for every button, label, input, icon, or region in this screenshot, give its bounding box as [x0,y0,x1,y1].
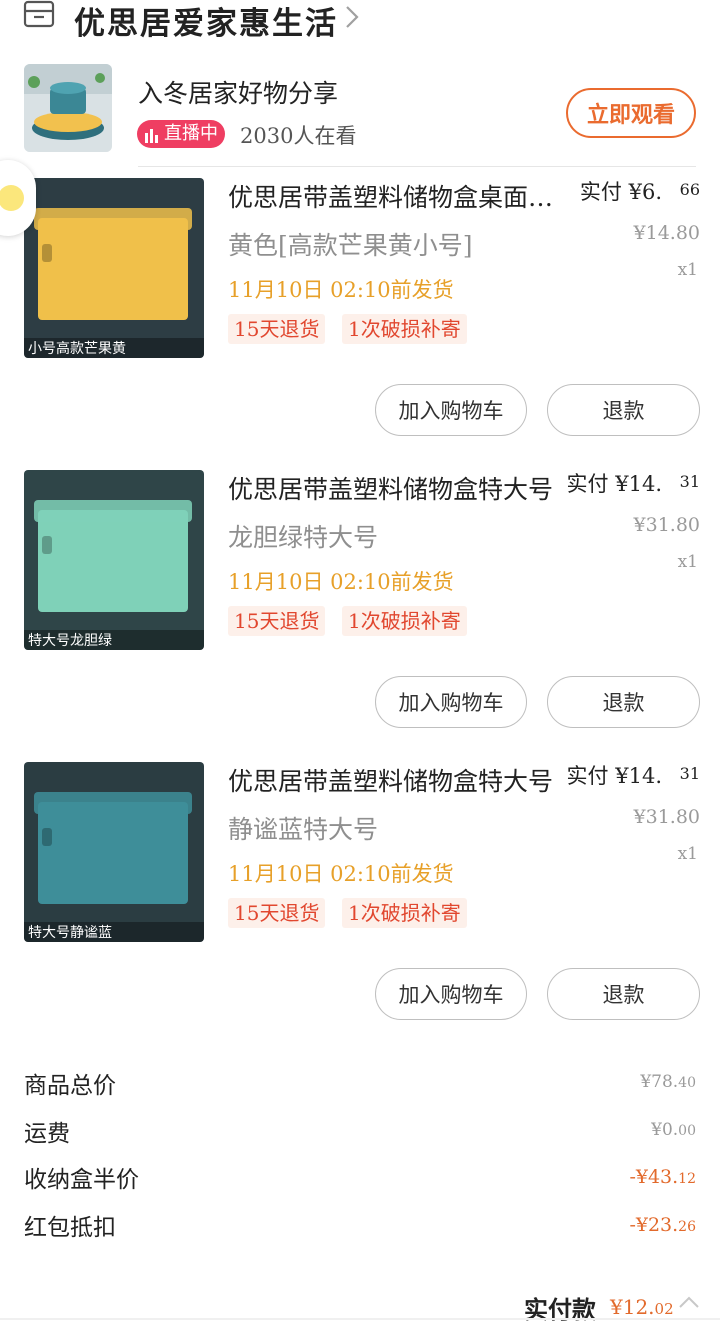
product-name[interactable]: 优思居带盖塑料储物盒桌面收纳盒 [228,178,568,214]
product-spec: 黄色[高款芒果黄小号] [228,231,473,260]
product-name[interactable]: 优思居带盖塑料储物盒特大号 [228,470,568,506]
image-caption: 小号高款芒果黄 [28,341,126,357]
add-to-cart-button[interactable]: 加入购物车 [375,676,527,728]
chevron-up-icon[interactable] [678,1294,700,1308]
summary-label: 运费 [24,1121,70,1147]
store-icon [22,0,56,30]
product-name[interactable]: 优思居带盖塑料储物盒特大号 [228,762,568,798]
live-badge-label: 直播中 [164,123,218,144]
refund-button[interactable]: 退款 [547,384,700,436]
order-item[interactable]: 特大号龙胆绿 优思居带盖塑料储物盒特大号 龙胆绿特大号 11月10日 02:10… [0,462,720,754]
product-image[interactable]: 小号高款芒果黄 [24,178,204,358]
image-caption: 特大号静谧蓝 [28,925,112,941]
summary-value: ¥0.00 [651,1120,696,1140]
original-price: ¥14.80 [633,222,700,244]
refund-button[interactable]: 退款 [547,968,700,1020]
refund-button[interactable]: 退款 [547,676,700,728]
live-bars-icon [145,124,159,143]
ship-deadline: 11月10日 02:10前发货 [228,278,454,302]
total-dec: 02 [654,1300,674,1318]
add-to-cart-button[interactable]: 加入购物车 [375,968,527,1020]
live-title[interactable]: 入冬居家好物分享 [138,74,338,110]
product-image[interactable]: 特大号龙胆绿 [24,470,204,650]
shop-name[interactable]: 优思居爱家惠生活 [74,0,338,43]
order-item[interactable]: 特大号静谧蓝 优思居带盖塑料储物盒特大号 静谧蓝特大号 11月10日 02:10… [0,754,720,1046]
summary-value-int: -¥23. [629,1214,679,1236]
return-tag: 15天退货 [228,314,326,344]
watch-live-button[interactable]: 立即观看 [566,88,696,138]
image-caption: 特大号龙胆绿 [28,633,112,649]
summary-label: 红包抵扣 [24,1215,116,1241]
damage-tag: 1次破损补寄 [342,314,467,344]
summary-value-dec: 00 [678,1123,696,1139]
summary-label: 收纳盒半价 [24,1167,139,1193]
summary-value-dec: 40 [678,1075,696,1091]
original-price: ¥31.80 [633,514,700,536]
widget-icon [0,185,24,211]
add-to-cart-button[interactable]: 加入购物车 [375,384,527,436]
paid-dec: 66 [679,180,700,199]
product-spec: 龙胆绿特大号 [228,523,379,552]
summary-value-dec: 12 [678,1171,696,1187]
paid-label: 实付 [566,472,609,496]
total-int: ¥12. [610,1295,655,1319]
paid-dec: 31 [679,764,700,783]
chevron-right-icon[interactable] [344,4,360,37]
paid-int: ¥14. [615,472,662,496]
product-spec: 静谧蓝特大号 [228,815,379,844]
summary-value-int: ¥0. [651,1120,679,1140]
total-value: ¥12.02 [610,1295,674,1319]
damage-tag: 1次破损补寄 [342,898,467,928]
divider [138,166,696,167]
summary-value-int: -¥43. [629,1166,679,1188]
paid-dec: 31 [679,472,700,491]
summary-value: -¥23.26 [629,1214,696,1236]
paid-int: ¥6. [628,180,662,204]
summary-value: ¥78.40 [640,1072,696,1092]
product-image[interactable]: 特大号静谧蓝 [24,762,204,942]
quantity: x1 [677,260,698,280]
return-tag: 15天退货 [228,606,326,636]
paid-label: 实付 [579,180,622,204]
ship-deadline: 11月10日 02:10前发货 [228,862,454,886]
summary-value-dec: 26 [678,1219,696,1235]
return-tag: 15天退货 [228,898,326,928]
original-price: ¥31.80 [633,806,700,828]
paid-label: 实付 [566,764,609,788]
bottom-divider [0,1318,720,1320]
live-badge: 直播中 [137,120,225,148]
paid-amount: 实付 ¥14. [567,468,662,498]
damage-tag: 1次破损补寄 [342,606,467,636]
live-thumbnail[interactable] [24,64,112,152]
order-item[interactable]: 小号高款芒果黄 优思居带盖塑料储物盒桌面收纳盒 黄色[高款芒果黄小号] 11月1… [0,170,720,462]
quantity: x1 [677,844,698,864]
quantity: x1 [677,552,698,572]
paid-int: ¥14. [615,764,662,788]
paid-amount: 实付 ¥14. [567,760,662,790]
ship-deadline: 11月10日 02:10前发货 [228,570,454,594]
paid-amount: 实付 ¥6. [580,176,662,206]
summary-label: 商品总价 [24,1073,116,1099]
summary-value: -¥43.12 [629,1166,696,1188]
summary-value-int: ¥78. [640,1072,679,1092]
live-viewer-count: 2030人在看 [240,124,357,148]
